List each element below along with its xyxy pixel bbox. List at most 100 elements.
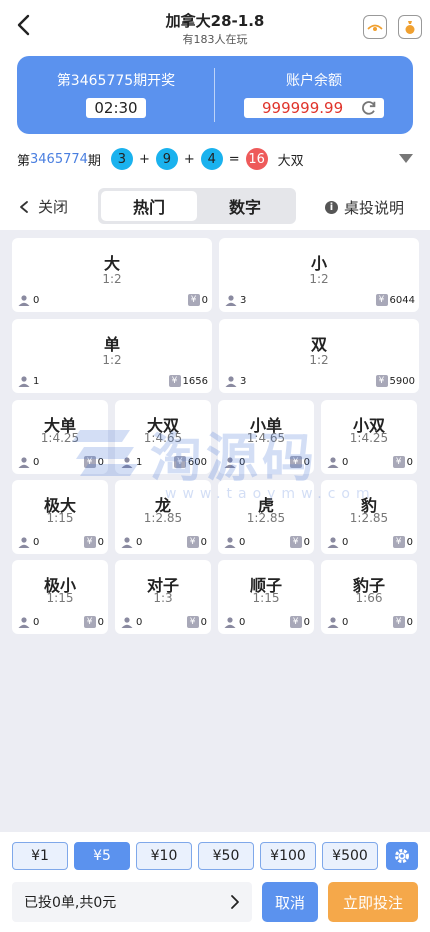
bet-option-card[interactable]: 大单 1:4.25 0 ¥0 (12, 400, 108, 474)
user-icon (18, 457, 30, 468)
bet-option-card[interactable]: 双 1:2 3 ¥5900 (219, 319, 419, 393)
option-odds: 1:66 (355, 591, 383, 605)
bag-icon (405, 21, 415, 34)
bettor-count-value: 3 (240, 376, 247, 387)
bettor-count-value: 0 (33, 617, 40, 628)
top-bar: 加拿大28-1.8 有183人在玩 (0, 0, 430, 50)
bet-option-card[interactable]: 对子 1:3 0 ¥0 (115, 560, 211, 634)
option-odds: 1:4.65 (246, 431, 286, 445)
info-icon: i (325, 201, 338, 214)
place-bet-button[interactable]: 立即投注 (328, 882, 418, 922)
countdown-panel: 第3465775期开奖 02:30 (17, 70, 215, 118)
close-button[interactable]: 关闭 (18, 196, 68, 217)
bet-amount-value: 0 (97, 456, 104, 468)
bet-amount-value: 0 (200, 616, 207, 628)
cancel-button[interactable]: 取消 (262, 882, 318, 922)
bet-amount: ¥600 (173, 456, 207, 468)
user-icon (224, 457, 236, 468)
bet-amount: ¥0 (83, 456, 104, 468)
bet-amount-value: 0 (97, 536, 104, 548)
bet-amount: ¥0 (83, 616, 104, 628)
chevron-down-icon[interactable] (399, 154, 413, 163)
ball-1: 3 (110, 148, 133, 170)
chip-button[interactable]: ¥100 (260, 842, 316, 870)
bet-option-card[interactable]: 豹 1:2.85 0 ¥0 (321, 480, 417, 554)
bettor-count-value: 0 (136, 537, 143, 548)
lottery-trend-button[interactable] (363, 15, 387, 39)
yen-icon: ¥ (289, 536, 302, 548)
issue-number: 3465774 (30, 151, 88, 167)
close-label: 关闭 (38, 198, 69, 216)
bet-option-card[interactable]: 单 1:2 1 ¥1656 (12, 319, 212, 393)
bet-amount: ¥5900 (375, 375, 415, 387)
bet-amount-value: 6044 (389, 294, 415, 306)
tab-hot[interactable]: 热门 (101, 191, 197, 221)
history-button[interactable] (398, 15, 422, 39)
option-name: 单 (103, 335, 120, 354)
trend-icon (367, 24, 383, 31)
bet-option-card[interactable]: 极大 1:15 0 ¥0 (12, 480, 108, 554)
bet-option-card[interactable]: 大 1:2 0 ¥0 (12, 238, 212, 312)
bettor-count-value: 0 (342, 537, 349, 548)
plus-sign: + (138, 151, 150, 167)
yen-icon: ¥ (186, 616, 199, 628)
bettor-count: 0 (18, 295, 39, 306)
bet-amount: ¥0 (289, 616, 310, 628)
option-odds: 1:4.25 (40, 431, 80, 445)
option-odds: 1:3 (153, 591, 173, 605)
bet-amount-value: 0 (97, 616, 104, 628)
chip-button[interactable]: ¥1 (12, 842, 68, 870)
user-icon (224, 617, 236, 628)
bet-option-card[interactable]: 虎 1:2.85 0 ¥0 (218, 480, 314, 554)
bet-amount: ¥0 (289, 536, 310, 548)
yen-icon: ¥ (186, 536, 199, 548)
settings-button[interactable] (386, 842, 418, 870)
user-icon (18, 537, 30, 548)
yen-icon: ¥ (289, 616, 302, 628)
user-icon (224, 537, 236, 548)
chevron-left-icon (20, 200, 28, 213)
bet-option-card[interactable]: 小双 1:4.25 0 ¥0 (321, 400, 417, 474)
bet-amount: ¥0 (392, 536, 413, 548)
draw-result: 大双 (277, 153, 304, 169)
bet-option-card[interactable]: 龙 1:2.85 0 ¥0 (115, 480, 211, 554)
option-odds: 1:2.85 (349, 511, 389, 525)
sum-ball: 16 (245, 148, 268, 170)
bettor-count: 0 (121, 617, 142, 628)
last-draw-row: 第 3465774 期 3 + 9 + 4 = 16 大双 (17, 147, 417, 171)
bet-option-card[interactable]: 豹子 1:66 0 ¥0 (321, 560, 417, 634)
bettor-count: 0 (327, 617, 348, 628)
bet-amount-value: 0 (303, 616, 310, 628)
user-icon (327, 457, 339, 468)
bettor-count-value: 0 (33, 295, 40, 306)
user-icon (121, 457, 133, 468)
refresh-icon[interactable] (360, 99, 378, 117)
plus-sign: + (183, 151, 195, 167)
tab-number[interactable]: 数字 (197, 191, 293, 221)
help-button[interactable]: i 桌投说明 (325, 197, 404, 218)
yen-icon: ¥ (375, 294, 388, 306)
user-icon (18, 376, 30, 387)
bet-summary[interactable]: 已投0单,共0元 (12, 882, 252, 922)
bet-option-card[interactable]: 顺子 1:15 0 ¥0 (218, 560, 314, 634)
yen-icon: ¥ (392, 536, 405, 548)
bet-option-card[interactable]: 小 1:2 3 ¥6044 (219, 238, 419, 312)
bet-option-card[interactable]: 小单 1:4.65 0 ¥0 (218, 400, 314, 474)
user-icon (327, 537, 339, 548)
chip-button[interactable]: ¥50 (198, 842, 254, 870)
chip-button[interactable]: ¥5 (74, 842, 130, 870)
bettor-count: 0 (327, 537, 348, 548)
option-odds: 1:2 (309, 353, 329, 367)
yen-icon: ¥ (392, 616, 405, 628)
summary-text: 已投0单,共0元 (24, 895, 117, 911)
issue-prefix: 第 (17, 153, 31, 169)
bet-option-card[interactable]: 极小 1:15 0 ¥0 (12, 560, 108, 634)
chip-button[interactable]: ¥500 (322, 842, 378, 870)
bettor-count-value: 0 (239, 537, 246, 548)
bet-option-card[interactable]: 大双 1:4.65 1 ¥600 (115, 400, 211, 474)
option-odds: 1:4.25 (349, 431, 389, 445)
bet-amount: ¥0 (186, 536, 207, 548)
tab-switcher: 热门 数字 (98, 188, 296, 224)
chip-button[interactable]: ¥10 (136, 842, 192, 870)
draw-card: 第3465775期开奖 02:30 账户余额 999999.99 (17, 56, 413, 134)
